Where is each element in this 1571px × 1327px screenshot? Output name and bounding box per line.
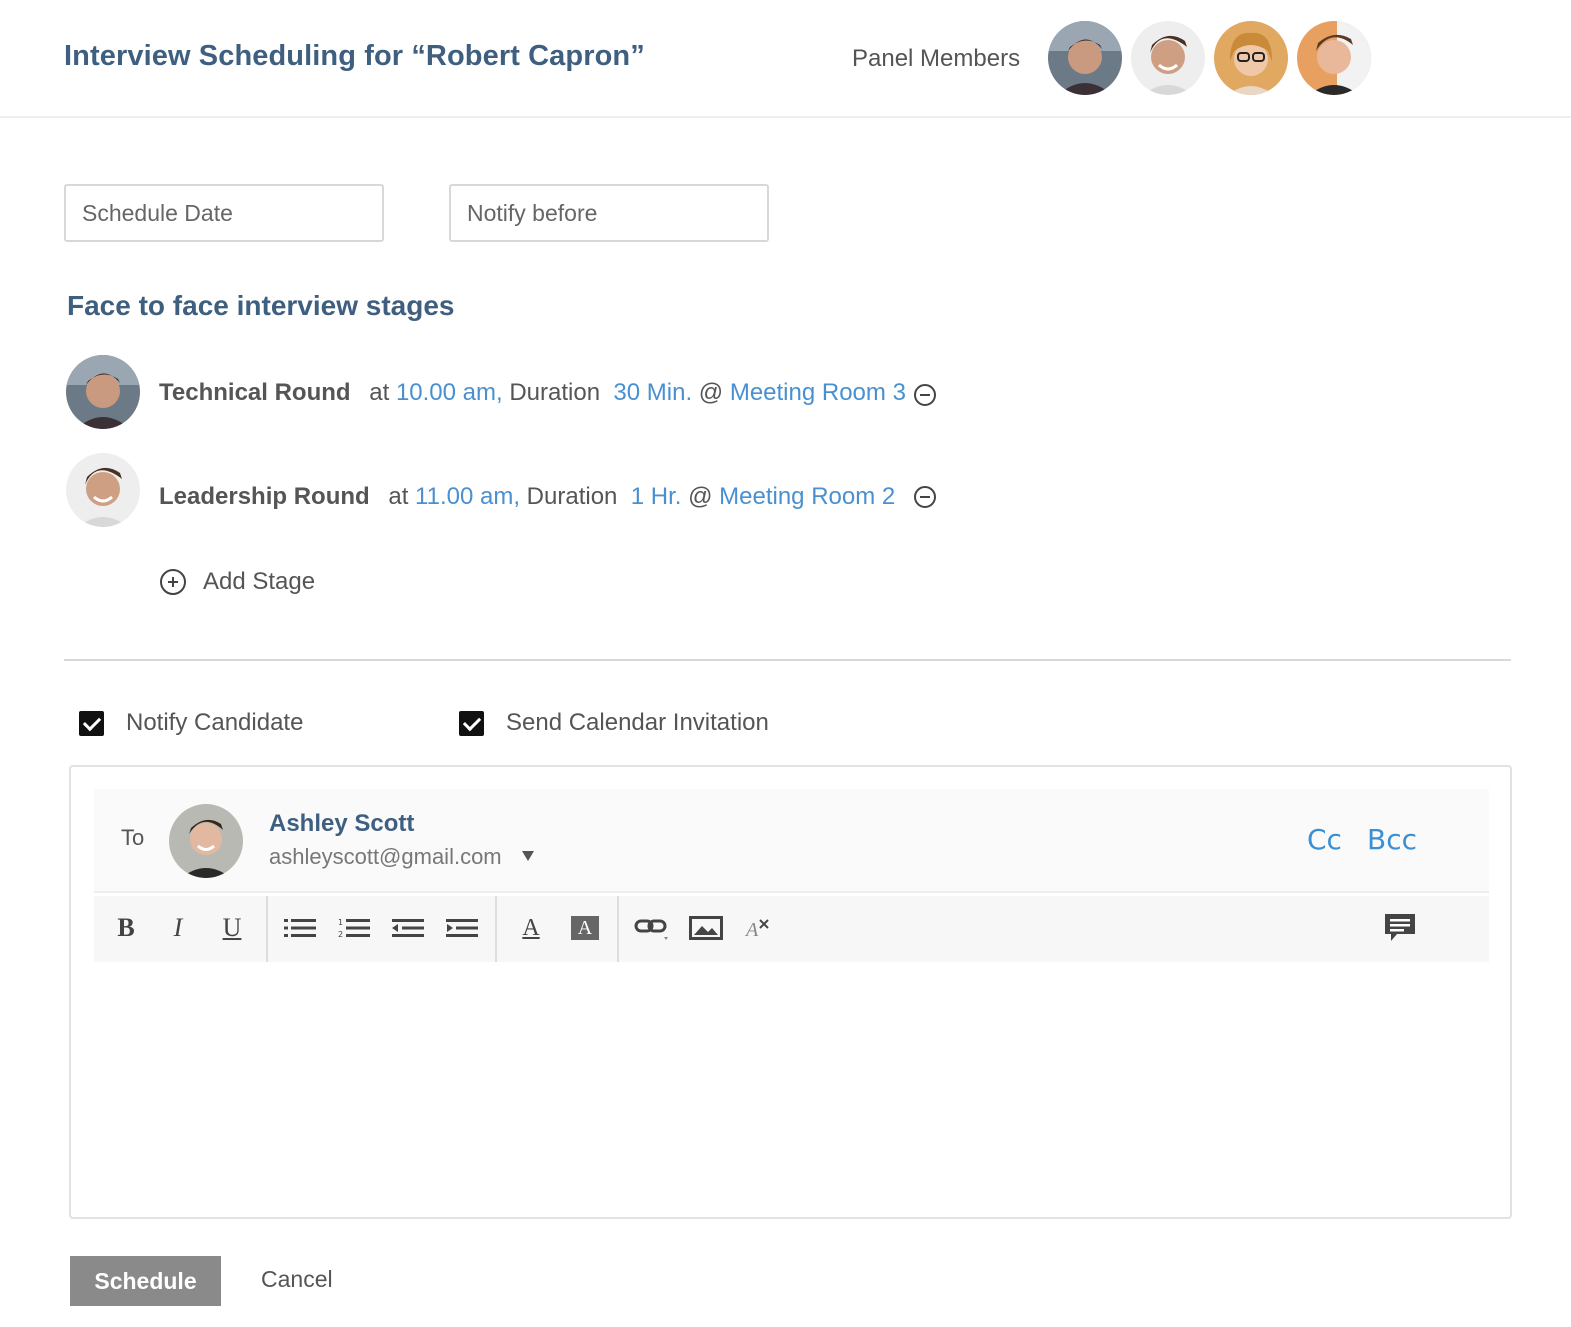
stage-details: Technical Round at 10.00 am, Duration 30…	[159, 379, 906, 407]
stage-duration[interactable]: 30 Min.	[613, 379, 692, 406]
indent-icon[interactable]	[442, 910, 482, 946]
svg-text:A: A	[744, 919, 759, 940]
stage-duration-label: Duration	[526, 483, 618, 510]
clear-formatting-icon[interactable]: A	[738, 910, 778, 946]
svg-text:1: 1	[338, 918, 343, 927]
avatar[interactable]	[1131, 21, 1205, 95]
font-color-glyph: A	[522, 914, 540, 941]
recipient-bar: To Ashley Scott ashleyscott@gmail.com Cc…	[94, 789, 1489, 893]
stage-at-sign: @	[698, 379, 724, 406]
notify-before-input[interactable]	[449, 184, 769, 242]
toolbar-separator	[617, 896, 619, 962]
add-stage-button[interactable]: Add Stage	[160, 568, 315, 596]
recipient-email: ashleyscott@gmail.com	[269, 844, 502, 869]
stage-row: Technical Round at 10.00 am, Duration 30…	[66, 355, 966, 429]
stage-row: Leadership Round at 11.00 am, Duration 1…	[66, 453, 966, 527]
stage-name: Technical Round	[159, 379, 351, 406]
plus-circle-icon	[160, 569, 186, 595]
stages-section-title: Face to face interview stages	[67, 290, 455, 321]
toolbar-separator	[266, 896, 268, 962]
background-color-glyph: A	[571, 916, 599, 940]
stage-room[interactable]: Meeting Room 2	[719, 483, 895, 510]
notify-candidate-label: Notify Candidate	[126, 709, 304, 736]
font-color-icon[interactable]: A	[511, 910, 551, 946]
message-editor[interactable]	[94, 965, 1489, 1205]
bcc-button[interactable]: Bcc	[1367, 823, 1417, 856]
stage-duration-label: Duration	[509, 379, 601, 406]
recipient-name: Ashley Scott	[269, 810, 415, 837]
stage-details: Leadership Round at 11.00 am, Duration 1…	[159, 483, 895, 511]
underline-button[interactable]: U	[212, 910, 252, 946]
toolbar-separator	[495, 896, 497, 962]
stage-at-label: at	[369, 379, 390, 406]
cc-button[interactable]: Cc	[1307, 823, 1342, 856]
stage-room[interactable]: Meeting Room 3	[730, 379, 906, 406]
stage-time[interactable]: 10.00 am,	[396, 379, 503, 406]
checkbox-checked-icon[interactable]	[459, 710, 484, 736]
divider	[64, 659, 1511, 661]
panel-members-avatars	[1048, 21, 1380, 95]
panel-members-label: Panel Members	[852, 45, 1021, 72]
recipient-dropdown-icon[interactable]	[522, 851, 534, 861]
email-composer: To Ashley Scott ashleyscott@gmail.com Cc…	[69, 765, 1512, 1219]
stage-avatar	[66, 453, 140, 527]
checkbox-checked-icon[interactable]	[79, 710, 104, 736]
avatar[interactable]	[1297, 21, 1371, 95]
stage-duration[interactable]: 1 Hr.	[631, 483, 682, 510]
cancel-button[interactable]: Cancel	[261, 1266, 333, 1293]
stage-name: Leadership Round	[159, 483, 370, 510]
recipient-avatar	[169, 804, 243, 878]
header: Interview Scheduling for “Robert Capron”…	[0, 0, 1571, 118]
add-stage-label: Add Stage	[203, 568, 316, 595]
to-label: To	[121, 825, 145, 850]
italic-button[interactable]: I	[158, 910, 198, 946]
stage-at-label: at	[388, 483, 409, 510]
schedule-button[interactable]: Schedule	[70, 1256, 221, 1306]
stage-avatar	[66, 355, 140, 429]
svg-text:2: 2	[338, 930, 343, 939]
stage-at-sign: @	[688, 483, 713, 510]
numbered-list-icon[interactable]: 12	[334, 910, 374, 946]
stage-time[interactable]: 11.00 am,	[415, 483, 520, 510]
bold-button[interactable]: B	[106, 910, 146, 946]
remove-stage-icon[interactable]	[914, 384, 936, 406]
link-icon[interactable]	[632, 910, 672, 946]
page-title: Interview Scheduling for “Robert Capron”	[64, 40, 645, 72]
background-color-icon[interactable]: A	[565, 910, 605, 946]
bullet-list-icon[interactable]	[280, 910, 320, 946]
avatar[interactable]	[1214, 21, 1288, 95]
schedule-date-input[interactable]	[64, 184, 384, 242]
remove-stage-icon[interactable]	[914, 486, 936, 508]
send-calendar-checkbox[interactable]: Send Calendar Invitation	[459, 709, 769, 737]
image-icon[interactable]	[686, 910, 726, 946]
comment-icon[interactable]	[1380, 910, 1420, 946]
avatar[interactable]	[1048, 21, 1122, 95]
editor-toolbar: B I U 12 A A A	[94, 896, 1489, 962]
notify-candidate-checkbox[interactable]: Notify Candidate	[79, 709, 303, 737]
outdent-icon[interactable]	[388, 910, 428, 946]
send-calendar-label: Send Calendar Invitation	[506, 709, 769, 736]
